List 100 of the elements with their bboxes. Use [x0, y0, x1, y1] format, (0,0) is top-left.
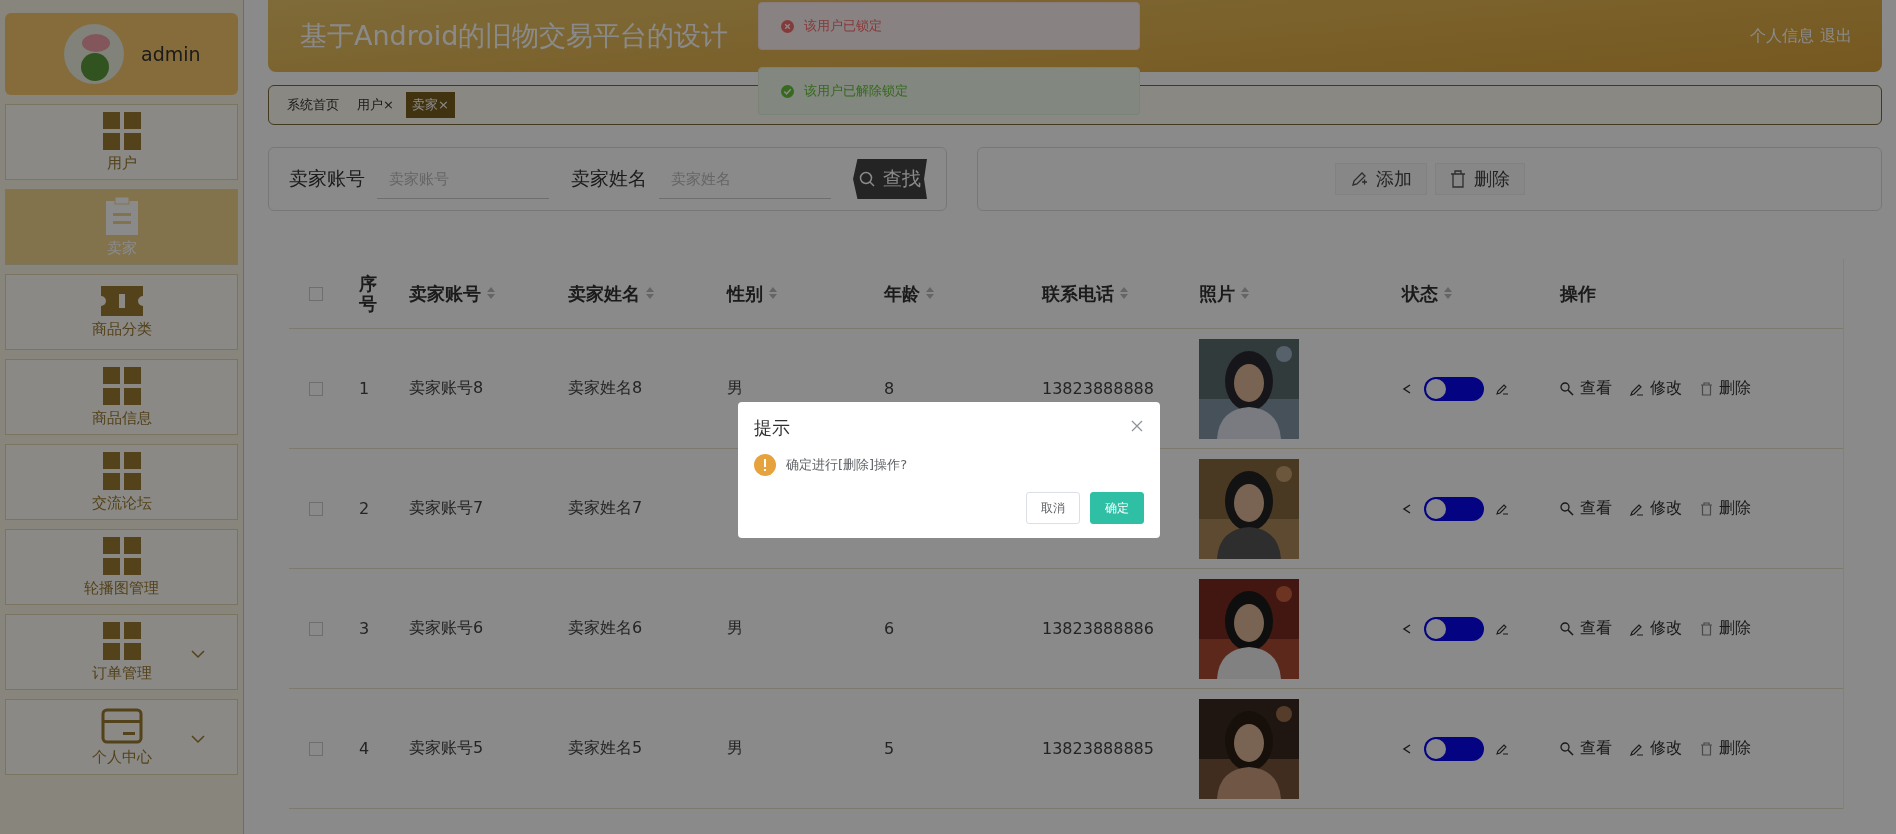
sidebar-item[interactable]: 交流论坛	[5, 444, 238, 520]
sort-icon[interactable]	[769, 287, 777, 300]
grid-icon	[102, 366, 141, 405]
table-cell-text: 卖家账号8	[409, 378, 485, 399]
grid-icon	[102, 111, 141, 150]
search-icon	[1560, 621, 1574, 636]
grid-icon	[102, 451, 141, 490]
sort-icon[interactable]	[1444, 287, 1452, 300]
sort-icon[interactable]	[1241, 287, 1249, 300]
search-icon	[1560, 741, 1574, 756]
tab[interactable]: 用户×	[351, 92, 400, 118]
status-toggle[interactable]	[1424, 616, 1484, 641]
user-name: admin	[141, 43, 201, 65]
pencil-plus-icon	[1349, 170, 1368, 188]
table-cell-text: 卖家账号7	[409, 498, 485, 519]
column-header[interactable]: 年龄	[884, 283, 1042, 304]
pencil-icon[interactable]	[1496, 382, 1509, 395]
sidebar-item[interactable]: 订单管理	[5, 614, 238, 690]
trash-icon	[1700, 501, 1713, 516]
sidebar-item[interactable]: 用户	[5, 104, 238, 180]
table-cell-text: 卖家姓名8	[568, 378, 644, 399]
share-icon[interactable]	[1402, 623, 1412, 634]
search-icon	[859, 171, 875, 187]
table-cell-text: 卖家账号5	[409, 738, 485, 759]
add-button[interactable]: 添加	[1334, 163, 1427, 195]
trash-icon	[1700, 741, 1713, 756]
close-button[interactable]	[1130, 420, 1144, 434]
chevron-icon[interactable]	[191, 734, 205, 744]
table-cell-text: 卖家姓名7	[568, 498, 644, 519]
row-action-link[interactable]: 删除	[1700, 738, 1751, 759]
column-header[interactable]: 卖家姓名	[568, 283, 727, 304]
search-icon	[1560, 501, 1574, 516]
row-action-link[interactable]: 修改	[1630, 498, 1682, 519]
sort-icon[interactable]	[926, 287, 934, 300]
ticket-icon	[100, 285, 143, 316]
delete-button[interactable]: 删除	[1434, 163, 1525, 195]
column-header[interactable]: 照片	[1199, 283, 1402, 304]
sidebar-item[interactable]: 个人中心	[5, 699, 238, 775]
trash-icon	[1449, 170, 1466, 188]
cancel-button[interactable]: 取消	[1026, 492, 1080, 524]
table-cell-text: 1	[359, 379, 371, 398]
chevron-icon[interactable]	[191, 649, 205, 659]
trash-icon	[1700, 381, 1713, 396]
pencil-icon[interactable]	[1496, 742, 1509, 755]
warning-icon	[754, 454, 776, 476]
dialog-message: 确定进行[删除]操作?	[786, 456, 908, 474]
status-toggle[interactable]	[1424, 376, 1484, 401]
row-action-link[interactable]: 修改	[1630, 618, 1682, 639]
error-icon	[781, 19, 794, 33]
row-action-link[interactable]: 查看	[1560, 738, 1612, 759]
checkbox[interactable]	[309, 286, 323, 301]
avatar-icon	[63, 23, 125, 85]
column-header[interactable]: 联系电话	[1042, 283, 1199, 304]
sidebar-item[interactable]: 轮播图管理	[5, 529, 238, 605]
table-cell-text: 2	[359, 499, 371, 518]
close-icon	[1131, 420, 1143, 432]
table-cell-text: 男	[727, 738, 744, 759]
row-action-link[interactable]: 查看	[1560, 498, 1612, 519]
row-action-link[interactable]: 删除	[1700, 378, 1751, 399]
sidebar-item[interactable]: 商品分类	[5, 274, 238, 350]
grid-icon	[102, 621, 141, 660]
table-cell-text: 5	[884, 739, 896, 758]
checkbox[interactable]	[309, 741, 323, 756]
sort-icon[interactable]	[646, 287, 654, 300]
column-header[interactable]: 性别	[727, 283, 884, 304]
row-action-link[interactable]: 修改	[1630, 738, 1682, 759]
clipboard-icon	[105, 196, 138, 235]
column-header: 序号	[359, 273, 378, 314]
toast-message: 该用户已锁定	[804, 17, 882, 35]
row-action-link[interactable]: 修改	[1630, 378, 1682, 399]
check-icon	[781, 84, 794, 98]
sidebar-item[interactable]: 商品信息	[5, 359, 238, 435]
status-toggle[interactable]	[1424, 736, 1484, 761]
table-cell-text: 男	[727, 618, 744, 639]
row-action-link[interactable]: 查看	[1560, 618, 1612, 639]
table-cell-text: 卖家姓名5	[568, 738, 644, 759]
checkbox[interactable]	[309, 501, 323, 516]
tab[interactable]: 系统首页	[281, 92, 345, 118]
sort-icon[interactable]	[487, 287, 495, 300]
row-action-link[interactable]: 删除	[1700, 618, 1751, 639]
checkbox[interactable]	[309, 621, 323, 636]
table-cell-text: 4	[359, 739, 371, 758]
share-icon[interactable]	[1402, 503, 1412, 514]
tab[interactable]: 卖家×	[405, 92, 455, 118]
row-action-link[interactable]: 查看	[1560, 378, 1612, 399]
table-cell-text: 13823888888	[1042, 379, 1155, 398]
column-header[interactable]: 状态	[1402, 283, 1560, 304]
search-button[interactable]: 查找	[853, 159, 927, 199]
checkbox[interactable]	[309, 381, 323, 396]
column-header[interactable]: 卖家账号	[409, 283, 568, 304]
pencil-icon[interactable]	[1496, 622, 1509, 635]
share-icon[interactable]	[1402, 743, 1412, 754]
status-toggle[interactable]	[1424, 496, 1484, 521]
pencil-icon[interactable]	[1496, 502, 1509, 515]
row-action-link[interactable]: 删除	[1700, 498, 1751, 519]
table-cell-text: 8	[884, 379, 896, 398]
card-icon	[100, 707, 143, 744]
toast-message: 该用户已解除锁定	[804, 82, 908, 100]
share-icon[interactable]	[1402, 383, 1412, 394]
sort-icon[interactable]	[1120, 287, 1128, 300]
